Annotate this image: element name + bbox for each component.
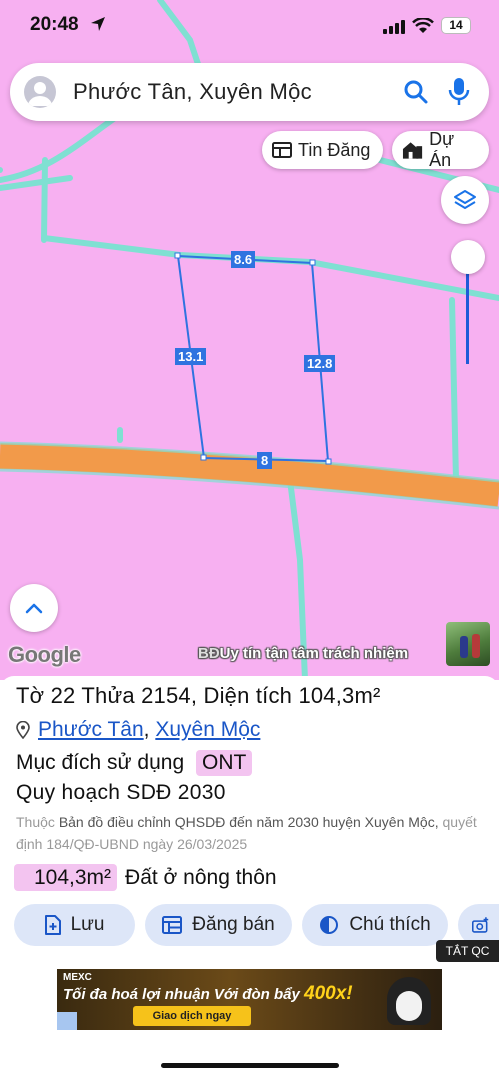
source-text: Bản đồ điều chỉnh QHSDĐ đến năm 2030 huy…: [58, 814, 439, 830]
parcel-title: Tờ 22 Thửa 2154, Diện tích 104,3m²: [16, 683, 381, 708]
status-bar: 20:48 14: [0, 0, 499, 52]
ad-brand: MEXC: [63, 972, 92, 983]
opacity-slider-track[interactable]: [466, 262, 469, 364]
ad-headline-text: Tối đa hoá lợi nhuận Với đòn bẩy: [63, 986, 300, 1003]
save-button[interactable]: Lưu: [14, 904, 135, 946]
map-view[interactable]: 8.6 13.1 12.8 8 20:48 14 Phước Tân, Xuyê…: [0, 0, 499, 680]
location-pin-icon: [16, 721, 30, 739]
plan-heading: Quy hoạch SDĐ 2030: [16, 781, 226, 804]
search-bar[interactable]: Phước Tân, Xuyên Mộc: [10, 63, 489, 121]
add-photo-icon: [472, 917, 489, 933]
land-use-badge: ONT: [196, 750, 253, 776]
ad-headline: Tối đa hoá lợi nhuận Với đòn bẩy 400x!: [63, 983, 353, 1005]
signal-icon: [383, 20, 405, 34]
expand-up-button[interactable]: [10, 584, 58, 632]
road: [0, 443, 499, 507]
post-sale-button[interactable]: Đăng bán: [145, 904, 292, 946]
projects-button[interactable]: Dự Án: [392, 129, 489, 170]
watermark-prefix: BĐ: [198, 645, 220, 662]
edge-label-top: 8.6: [231, 251, 256, 268]
home-indicator[interactable]: [161, 1063, 339, 1068]
area-badge: 104,3m²: [14, 864, 118, 891]
source-prefix: Thuộc: [16, 814, 55, 830]
watermark: BĐUy tín tận tâm trách nhiệm: [198, 645, 408, 662]
avatar[interactable]: [24, 76, 56, 108]
area-text: 104,3m²: [298, 683, 381, 708]
save-label: Lưu: [70, 914, 105, 935]
district-link[interactable]: Xuyên Mộc: [155, 718, 260, 742]
search-icon[interactable]: [403, 79, 429, 105]
land-use-label: Mục đích sử dụng: [16, 751, 185, 774]
chevron-up-icon: [25, 603, 43, 614]
mic-icon[interactable]: [448, 77, 470, 107]
status-time: 20:48: [30, 14, 79, 35]
table-icon: [162, 916, 183, 934]
land-use-row: Mục đích sử dụng ONT: [16, 750, 253, 776]
listing-icon: [272, 142, 292, 158]
ad-cta-button[interactable]: Giao dịch ngay: [133, 1006, 251, 1026]
ad-banner[interactable]: MEXC Tối đa hoá lợi nhuận Với đòn bẩy 40…: [57, 969, 442, 1030]
plan-description: Thuộc Bản đồ điều chỉnh QHSDĐ đến năm 20…: [16, 811, 488, 855]
land-type-label: Đất ở nông thôn: [125, 865, 277, 889]
ward-link[interactable]: Phước Tân: [38, 718, 144, 742]
edge-label-right: 12.8: [304, 355, 336, 372]
layers-icon: [454, 190, 476, 209]
ad-highlight: 400x!: [304, 983, 353, 1004]
contrast-icon: [320, 916, 339, 934]
user-icon: [28, 82, 52, 106]
legend-button[interactable]: Chú thích: [302, 904, 448, 946]
google-logo: Google: [8, 642, 81, 667]
location-row: Phước Tân, Xuyên Mộc: [16, 718, 260, 742]
battery-icon: 14: [441, 17, 471, 34]
listings-button[interactable]: Tin Đăng: [262, 131, 383, 169]
listings-label: Tin Đăng: [298, 139, 371, 160]
edge-label-bottom: 8: [257, 452, 273, 469]
sheet-label: Tờ: [16, 683, 45, 708]
edge-label-left: 13.1: [175, 348, 207, 365]
plot-label: Thửa: [81, 683, 135, 708]
area-label: Diện tích: [203, 683, 293, 708]
search-input[interactable]: Phước Tân, Xuyên Mộc: [73, 79, 312, 105]
land-type-row: 104,3m² Đất ở nông thôn: [14, 864, 277, 891]
add-file-icon: [44, 915, 61, 935]
plot-number: 2154: [141, 683, 191, 708]
building-icon: [402, 142, 423, 159]
layers-button[interactable]: [441, 176, 489, 224]
projects-label: Dự Án: [429, 129, 455, 170]
sheet-number: 22: [50, 683, 76, 708]
opacity-slider-thumb[interactable]: [451, 240, 485, 274]
location-arrow-icon: [91, 17, 105, 31]
wifi-icon: [412, 18, 434, 33]
ad-mascot-image: [387, 977, 431, 1025]
post-sale-label: Đăng bán: [192, 914, 275, 935]
legend-label: Chú thích: [349, 914, 431, 935]
street-photo-thumbnail[interactable]: [446, 622, 490, 666]
close-ad-button[interactable]: TẮT QC: [436, 940, 499, 962]
ad-info-icon[interactable]: [57, 1012, 77, 1030]
watermark-text: Uy tín tận tâm trách nhiệm: [219, 645, 409, 662]
